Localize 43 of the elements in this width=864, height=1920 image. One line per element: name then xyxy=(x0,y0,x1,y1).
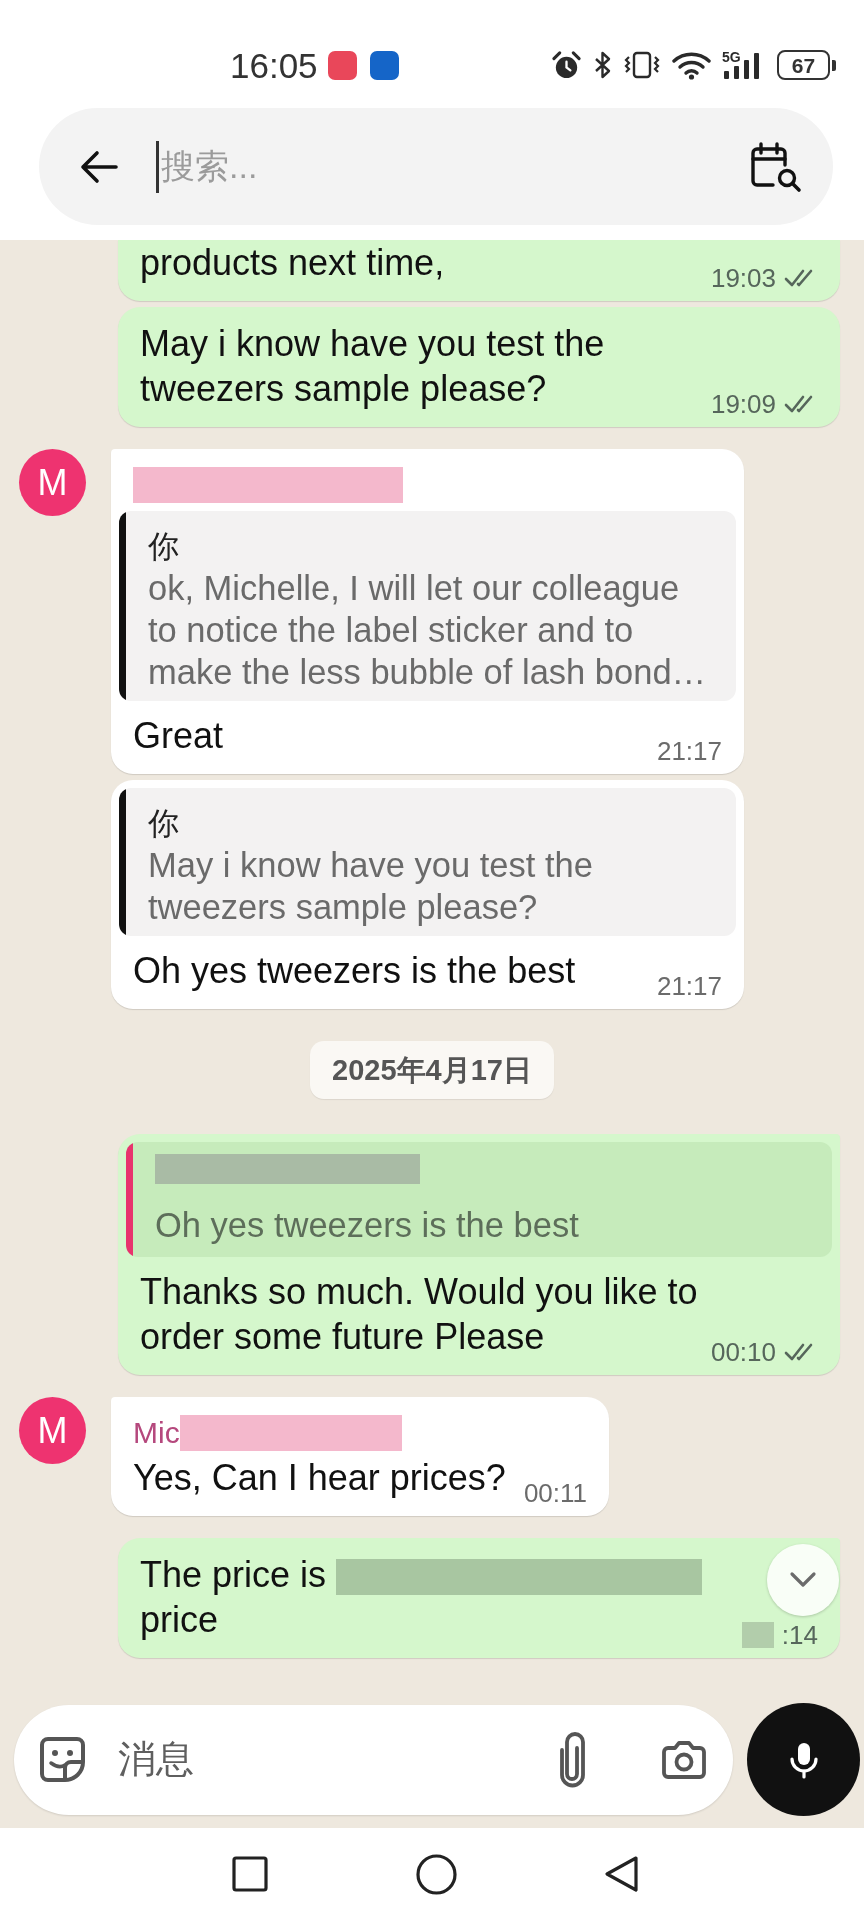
message-time: :14 xyxy=(781,1620,818,1650)
message-text: price xyxy=(140,1599,219,1640)
message-time: 19:03 xyxy=(710,263,776,293)
message-text: Great xyxy=(133,715,224,756)
date-chip: 2025年4月17日 xyxy=(310,1041,554,1099)
message-time: 21:17 xyxy=(656,736,722,766)
quote-author: 你 xyxy=(148,528,179,566)
quoted-text: ok, Michelle, I will let our colleague to notice the label sticker and to make the less bubble of lash bond… xyxy=(148,568,708,693)
avatar: M xyxy=(19,449,86,516)
circle-nav-icon[interactable] xyxy=(416,1853,457,1895)
message-time: 19:09 xyxy=(710,389,776,419)
sticker-icon[interactable] xyxy=(39,1736,86,1783)
message-text: Yes, Can I hear prices? xyxy=(133,1457,506,1498)
avatar: M xyxy=(19,1397,86,1464)
camera-icon[interactable] xyxy=(660,1738,708,1781)
calendar-search-icon[interactable] xyxy=(749,140,803,193)
message-text: products next time, xyxy=(140,242,445,283)
message-input[interactable]: 消息 xyxy=(118,1734,546,1785)
chevron-down-icon xyxy=(789,1571,817,1589)
message-time: 00:11 xyxy=(523,1478,588,1508)
message-text: Oh yes tweezers is the best xyxy=(133,950,576,991)
message-text: Thanks so much. Would you like to order some future Please xyxy=(140,1271,698,1357)
message-time: 00:10 xyxy=(710,1337,776,1367)
message-field[interactable]: 消息 xyxy=(14,1704,733,1815)
quoted-text: May i know have you test the tweezers sample please? xyxy=(148,845,594,928)
status-time: 16:05 xyxy=(230,47,318,83)
message-time: 21:17 xyxy=(656,971,722,1001)
search-field[interactable]: 搜索... xyxy=(39,108,833,225)
bluetooth-icon xyxy=(593,50,612,80)
back-arrow-icon[interactable] xyxy=(78,148,118,185)
quoted-text: Oh yes tweezers is the best xyxy=(155,1205,580,1246)
alarm-clock-icon xyxy=(551,49,582,81)
vibrate-icon xyxy=(623,50,661,80)
wifi-icon xyxy=(672,50,711,80)
message-text: The price is xyxy=(140,1554,327,1595)
microphone-icon xyxy=(788,1740,819,1779)
quote-author: 你 xyxy=(148,805,179,843)
sender-name: Mic xyxy=(133,1418,180,1448)
network-type-label: 5G xyxy=(722,50,741,64)
triangle-back-icon[interactable] xyxy=(603,1855,639,1893)
battery-indicator: 67 xyxy=(777,50,836,80)
square-nav-icon[interactable] xyxy=(232,1856,268,1892)
message-text: May i know have you test the tweezers sample please? xyxy=(140,323,605,409)
